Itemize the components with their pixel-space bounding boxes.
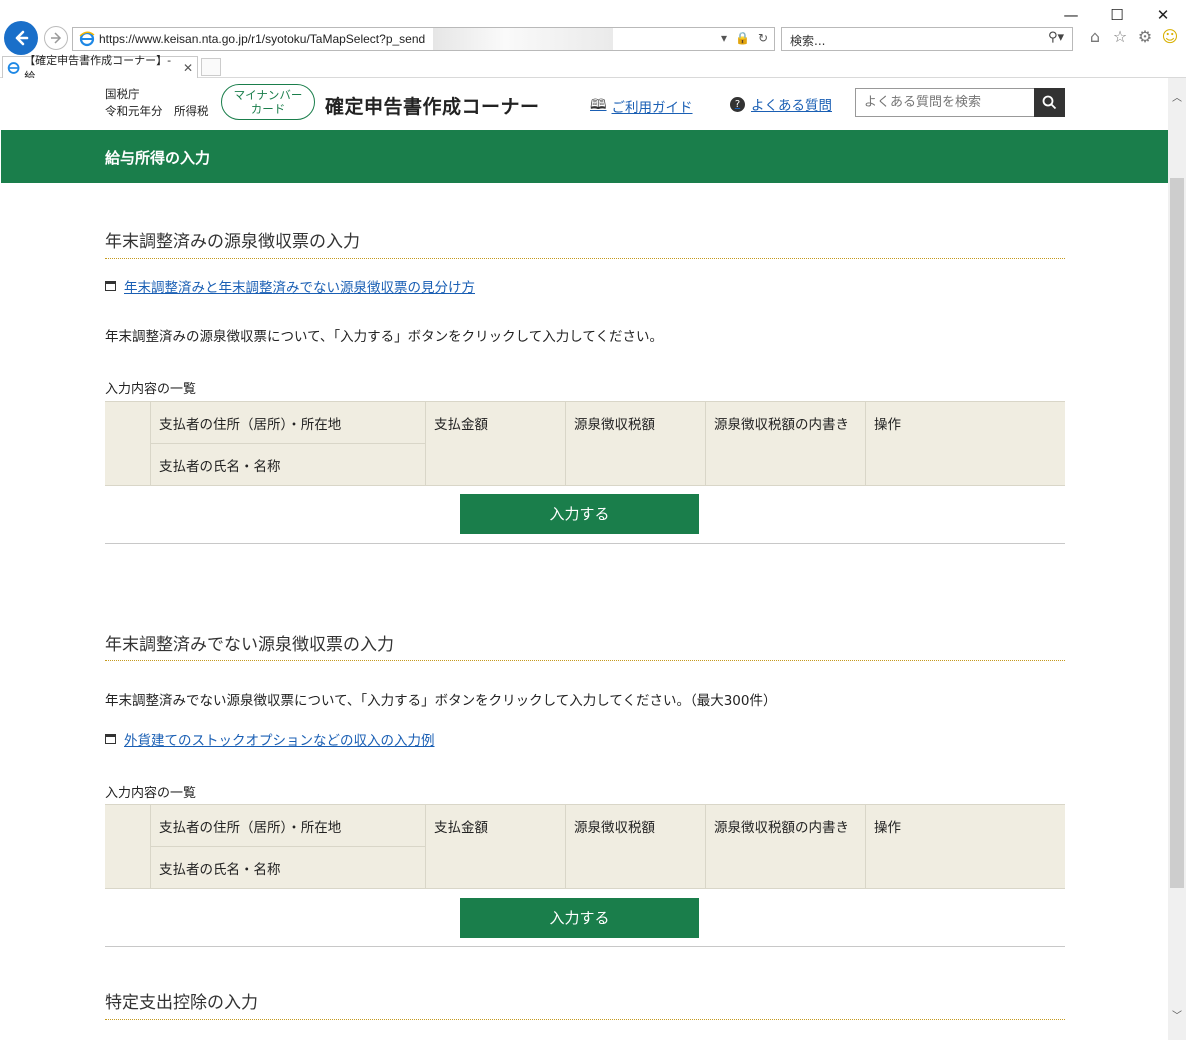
header-payer-address: 支払者の住所（居所）・所在地 bbox=[150, 402, 425, 444]
header-payer-name: 支払者の氏名・名称 bbox=[150, 847, 425, 889]
arrow-left-icon bbox=[15, 30, 29, 46]
section2-input-button[interactable]: 入力する bbox=[460, 898, 699, 938]
back-button[interactable] bbox=[4, 21, 38, 55]
browser-toolbar: https://www.keisan.nta.go.jp/r1/syotoku/… bbox=[0, 0, 1186, 56]
address-bar[interactable]: https://www.keisan.nta.go.jp/r1/syotoku/… bbox=[72, 27, 775, 51]
vertical-scrollbar[interactable]: ︿ ﹀ bbox=[1168, 78, 1186, 1040]
header-amount: 支払金額 bbox=[425, 402, 565, 486]
section2-divider bbox=[105, 660, 1065, 661]
tab-strip: 【確定申告書作成コーナー】-給... ✕ bbox=[0, 54, 1186, 83]
section3-divider bbox=[105, 1019, 1065, 1020]
dropdown-icon[interactable]: ▾ bbox=[721, 31, 727, 45]
section1-separator bbox=[105, 543, 1065, 544]
section2-table: 支払者の住所（居所）・所在地 支払者の氏名・名称 支払金額 源泉徴収税額 源泉徴… bbox=[105, 804, 1065, 889]
faq-link[interactable]: ? よくある質問 bbox=[730, 94, 832, 114]
faq-search-input[interactable] bbox=[855, 88, 1035, 117]
tab-active[interactable]: 【確定申告書作成コーナー】-給... ✕ bbox=[2, 54, 198, 83]
page-content: 国税庁 令和元年分 所得税 マイナンバー カード 確定申告書作成コーナー 🕮 ご… bbox=[0, 78, 1168, 1040]
question-icon: ? bbox=[730, 96, 745, 112]
faq-search-button[interactable] bbox=[1034, 88, 1065, 117]
tab-close-icon[interactable]: ✕ bbox=[183, 61, 193, 75]
url-redacted bbox=[433, 28, 613, 50]
ie-logo-icon bbox=[7, 61, 20, 74]
search-placeholder: 検索... bbox=[790, 34, 826, 48]
new-tab-button[interactable] bbox=[201, 58, 221, 76]
section2-list-label: 入力内容の一覧 bbox=[105, 786, 197, 801]
header-payer-address: 支払者の住所（居所）・所在地 bbox=[150, 805, 425, 847]
section2-separator bbox=[105, 946, 1065, 947]
header-withholding-breakdown: 源泉徴収税額の内書き bbox=[705, 402, 865, 486]
search-icon[interactable]: ⚲▾ bbox=[1048, 30, 1064, 45]
table-index-cell bbox=[105, 402, 150, 486]
scroll-thumb[interactable] bbox=[1170, 178, 1184, 888]
url-text: https://www.keisan.nta.go.jp/r1/syotoku/… bbox=[99, 32, 426, 46]
section2-title: 年末調整済みでない源泉徴収票の入力 bbox=[105, 635, 394, 655]
page-title: 給与所得の入力 bbox=[105, 149, 211, 167]
section1-input-button[interactable]: 入力する bbox=[460, 494, 699, 534]
section3-title: 特定支出控除の入力 bbox=[105, 993, 258, 1013]
browser-search-input[interactable]: 検索... ⚲▾ bbox=[781, 27, 1073, 51]
header-withholding: 源泉徴収税額 bbox=[565, 805, 705, 889]
site-header: 国税庁 令和元年分 所得税 マイナンバー カード 確定申告書作成コーナー 🕮 ご… bbox=[0, 78, 1168, 130]
page-title-bar: 給与所得の入力 bbox=[1, 130, 1168, 183]
close-window-button[interactable]: ✕ bbox=[1140, 6, 1186, 24]
section2-help-link[interactable]: 外貨建てのストックオプションなどの収入の入力例 bbox=[105, 729, 435, 749]
site-title: 確定申告書作成コーナー bbox=[325, 96, 540, 118]
scroll-down-icon[interactable]: ﹀ bbox=[1168, 1008, 1186, 1026]
header-action: 操作 bbox=[865, 402, 1065, 486]
mynumber-card-badge: マイナンバー カード bbox=[221, 84, 315, 120]
agency-label: 国税庁 令和元年分 所得税 bbox=[105, 87, 209, 118]
header-amount: 支払金額 bbox=[425, 805, 565, 889]
scroll-up-icon[interactable]: ︿ bbox=[1168, 90, 1186, 108]
arrow-right-icon bbox=[51, 32, 62, 44]
table-index-cell bbox=[105, 805, 150, 889]
section1-divider bbox=[105, 258, 1065, 259]
new-window-icon bbox=[105, 281, 116, 291]
guide-link[interactable]: 🕮 ご利用ガイド bbox=[590, 94, 693, 118]
header-payer-name: 支払者の氏名・名称 bbox=[150, 444, 425, 486]
book-icon: 🕮 bbox=[590, 97, 607, 113]
gear-icon[interactable]: ⚙ bbox=[1136, 28, 1154, 46]
section2-description: 年末調整済みでない源泉徴収票について、「入力する」ボタンをクリックして入力してく… bbox=[105, 693, 777, 709]
section1-description: 年末調整済みの源泉徴収票について、「入力する」ボタンをクリックして入力してくださ… bbox=[105, 329, 663, 345]
section1-help-link[interactable]: 年末調整済みと年末調整済みでない源泉徴収票の見分け方 bbox=[105, 276, 475, 296]
favorites-star-icon[interactable]: ☆ bbox=[1111, 28, 1129, 46]
minimize-button[interactable]: — bbox=[1048, 6, 1094, 24]
home-icon[interactable]: ⌂ bbox=[1086, 28, 1104, 46]
lock-icon[interactable]: 🔒 bbox=[735, 31, 750, 45]
section1-title: 年末調整済みの源泉徴収票の入力 bbox=[105, 232, 360, 252]
refresh-icon[interactable]: ↻ bbox=[758, 31, 768, 45]
header-withholding-breakdown: 源泉徴収税額の内書き bbox=[705, 805, 865, 889]
smiley-icon[interactable]: ☺ bbox=[1161, 28, 1179, 46]
search-icon bbox=[1042, 95, 1057, 110]
new-window-icon bbox=[105, 734, 116, 744]
maximize-button[interactable]: ☐ bbox=[1094, 6, 1140, 24]
header-withholding: 源泉徴収税額 bbox=[565, 402, 705, 486]
section1-table: 支払者の住所（居所）・所在地 支払者の氏名・名称 支払金額 源泉徴収税額 源泉徴… bbox=[105, 401, 1065, 486]
section1-list-label: 入力内容の一覧 bbox=[105, 382, 197, 397]
header-action: 操作 bbox=[865, 805, 1065, 889]
ie-logo-icon bbox=[79, 31, 95, 47]
forward-button[interactable] bbox=[44, 26, 68, 50]
